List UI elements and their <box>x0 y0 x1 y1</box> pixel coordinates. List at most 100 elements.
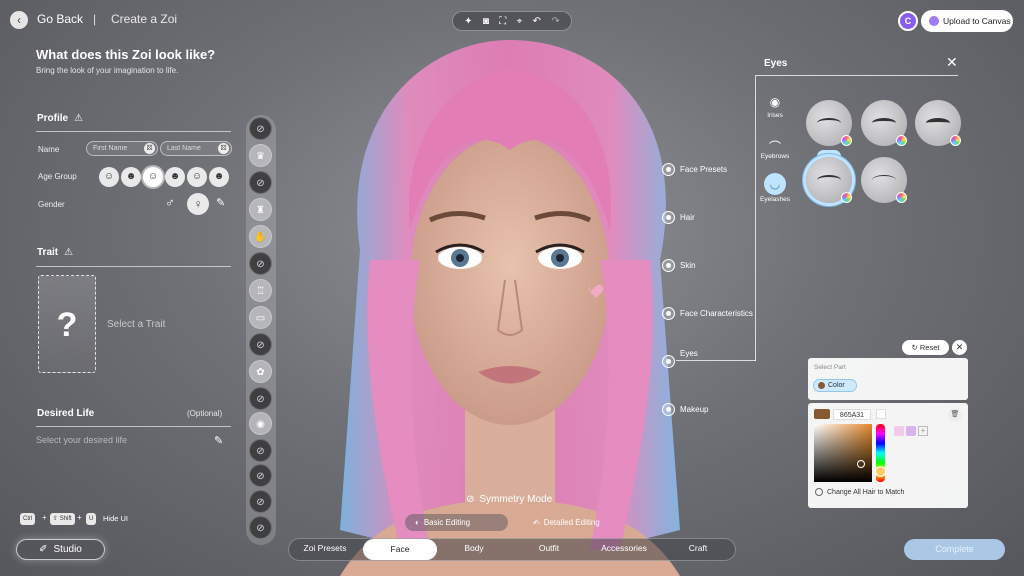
gender-label: Gender <box>38 200 65 209</box>
saturation-value-picker[interactable] <box>814 424 872 482</box>
skin-label[interactable]: Skin <box>680 261 696 270</box>
accessory-part-icon[interactable]: ◉ <box>249 412 272 435</box>
eyes-panel-title: Eyes <box>764 58 788 69</box>
edit-desired-life-icon[interactable]: ✎ <box>214 434 223 447</box>
ctrl-key: Ctrl <box>20 513 36 525</box>
bottom-part-icon[interactable]: ♖ <box>249 279 272 302</box>
tab-zoi-presets[interactable]: Zoi Presets <box>288 543 362 553</box>
eyelash-style-2[interactable] <box>861 100 907 146</box>
eyelash-style-4[interactable] <box>806 157 852 203</box>
add-swatch-icon[interactable]: + <box>918 426 928 436</box>
complete-button[interactable]: Complete <box>904 539 1005 560</box>
hidden-part-icon[interactable]: ⊘ <box>249 387 272 410</box>
face-presets-hotspot[interactable] <box>662 163 675 176</box>
detailed-editing-button[interactable]: ✍ Detailed Editing <box>523 514 623 531</box>
avatar[interactable]: C <box>898 11 918 31</box>
refresh-icon: ↻ <box>911 343 918 352</box>
trait-card[interactable]: ? <box>38 275 96 373</box>
gloves-part-icon[interactable]: ✋ <box>249 225 272 248</box>
hair-hotspot[interactable] <box>662 211 675 224</box>
eyelash-style-3[interactable] <box>915 100 961 146</box>
face-characteristics-label[interactable]: Face Characteristics <box>680 309 753 318</box>
hidden-part-icon[interactable]: ⊘ <box>249 464 272 487</box>
redo-icon[interactable]: ↷ <box>551 16 559 27</box>
iris-icon[interactable]: ◉ <box>755 95 795 109</box>
hidden-part-icon[interactable]: ⊘ <box>249 490 272 513</box>
baby-icon[interactable]: ☺ <box>99 167 119 187</box>
close-icon[interactable]: ✕ <box>952 340 967 355</box>
preset-swatch[interactable] <box>894 426 904 436</box>
randomize-first-name-icon[interactable]: ⚄ <box>144 143 155 154</box>
face-characteristics-hotspot[interactable] <box>662 307 675 320</box>
frame-icon[interactable]: ⛶ <box>499 16 506 27</box>
plus-icon: + <box>42 513 47 522</box>
hair-label[interactable]: Hair <box>680 213 695 222</box>
tab-outfit[interactable]: Outfit <box>512 543 586 553</box>
eyes-label[interactable]: Eyes <box>680 349 698 358</box>
hex-input[interactable]: 865A31 <box>833 409 871 420</box>
eyes-hotspot[interactable] <box>662 355 675 368</box>
change-all-hair-option[interactable]: Change All Hair to Match <box>815 488 904 496</box>
hair-part-icon[interactable]: ♛ <box>249 144 272 167</box>
camera-icon[interactable]: ◙ <box>483 16 489 27</box>
undo-icon[interactable]: ↶ <box>533 16 541 27</box>
upload-to-canvas-button[interactable]: Upload to Canvas <box>921 10 1013 32</box>
eyelash-style-5[interactable] <box>861 157 907 203</box>
shoes-part-icon[interactable]: ✿ <box>249 360 272 383</box>
desired-life-input[interactable]: Select your desired life <box>36 435 127 445</box>
makeup-label[interactable]: Makeup <box>680 405 708 414</box>
tab-body[interactable]: Body <box>437 543 511 553</box>
close-icon[interactable]: ✕ <box>946 54 958 71</box>
student-icon[interactable]: ☻ <box>121 167 141 187</box>
category-eyebrows[interactable]: Eyebrows <box>755 153 795 160</box>
picker-cursor[interactable] <box>857 460 865 468</box>
go-back-link[interactable]: Go Back <box>37 12 83 26</box>
reset-button[interactable]: ↻ Reset <box>902 340 949 355</box>
header-separator: | <box>93 12 97 26</box>
skin-hotspot[interactable] <box>662 259 675 272</box>
randomize-last-name-icon[interactable]: ⚄ <box>218 143 229 154</box>
hidden-part-icon[interactable]: ⊘ <box>249 439 272 462</box>
face-presets-label[interactable]: Face Presets <box>680 165 727 174</box>
focus-icon[interactable]: ⌖ <box>517 16 523 27</box>
hidden-part-icon[interactable]: ⊘ <box>249 516 272 539</box>
adult-icon[interactable]: ☻ <box>165 167 185 187</box>
radio-icon[interactable] <box>815 488 823 496</box>
tab-craft[interactable]: Craft <box>661 543 735 553</box>
middle-aged-icon[interactable]: ☺ <box>187 167 207 187</box>
back-arrow-icon[interactable]: ‹ <box>10 11 28 29</box>
hue-slider-handle[interactable] <box>875 466 886 477</box>
detailed-editing-label: Detailed Editing <box>543 518 600 527</box>
color-part-chip[interactable]: Color <box>813 379 857 392</box>
tab-accessories[interactable]: Accessories <box>587 543 661 553</box>
select-trait-label[interactable]: Select a Trait <box>107 319 165 330</box>
elder-icon[interactable]: ☻ <box>209 167 229 187</box>
eyelash-style-1[interactable] <box>806 100 852 146</box>
category-irises[interactable]: Irises <box>755 112 795 119</box>
name-label: Name <box>38 145 60 154</box>
trash-icon[interactable]: 🗑 <box>948 408 962 422</box>
hidden-part-icon[interactable]: ⊘ <box>249 252 272 275</box>
category-eyelashes[interactable]: Eyelashes <box>755 196 795 203</box>
sparkle-icon[interactable]: ✦ <box>464 16 472 27</box>
male-icon[interactable]: ♂ <box>165 195 175 210</box>
hide-ui-label: Hide UI <box>103 514 129 523</box>
edit-gender-icon[interactable]: ✎ <box>216 196 225 209</box>
tab-face[interactable]: Face <box>363 539 437 560</box>
white-swatch[interactable] <box>876 409 886 419</box>
hidden-part-icon[interactable]: ⊘ <box>249 117 272 140</box>
studio-label: Studio <box>53 544 82 555</box>
female-icon[interactable]: ♀ <box>187 193 209 215</box>
hidden-part-icon[interactable]: ⊘ <box>249 333 272 356</box>
young-adult-icon[interactable]: ☺ <box>143 167 163 187</box>
symmetry-mode-toggle[interactable]: ⊘ Symmetry Mode <box>466 494 552 505</box>
hidden-part-icon[interactable]: ⊘ <box>249 171 272 194</box>
connector-line <box>676 360 756 361</box>
preset-swatch[interactable] <box>906 426 916 436</box>
top-part-icon[interactable]: ♜ <box>249 198 272 221</box>
studio-button[interactable]: ✐ Studio <box>16 539 105 560</box>
socks-part-icon[interactable]: ▭ <box>249 306 272 329</box>
basic-editing-button[interactable]: ◐ Basic Editing <box>405 514 508 531</box>
makeup-hotspot[interactable] <box>662 403 675 416</box>
eyelash-icon[interactable]: ◡ <box>764 173 786 195</box>
